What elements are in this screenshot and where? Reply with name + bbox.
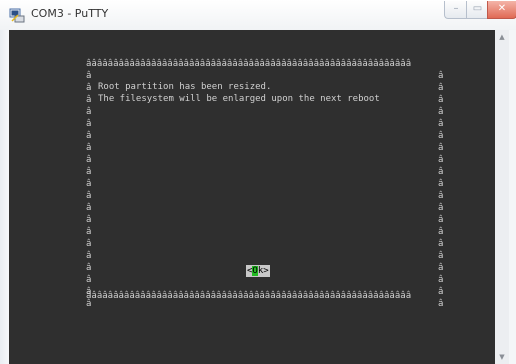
scrollbar[interactable]: ▲ ▼	[495, 30, 509, 364]
dialog-border-right: â â â â â â â â â â â â â â â â â â â â	[438, 71, 444, 309]
window-title: COM3 - PuTTY	[31, 7, 109, 20]
minimize-button[interactable]: –	[444, 1, 467, 19]
putty-window: COM3 - PuTTY – ▭ ✕ âââââââââââââââââââââ…	[0, 0, 516, 364]
dialog-border-left: â â â â â â â â â â â â â â â â â â â â	[86, 71, 92, 309]
maximize-button[interactable]: ▭	[466, 1, 488, 19]
close-button[interactable]: ✕	[487, 1, 516, 19]
scroll-up-icon[interactable]: ▲	[495, 30, 509, 44]
message-line-2: The filesystem will be enlarged upon the…	[98, 94, 380, 104]
window-frame-right	[509, 30, 516, 364]
terminal-area[interactable]: ââââââââââââââââââââââââââââââââââââââââ…	[9, 30, 495, 364]
ok-button-right: k>	[257, 266, 269, 276]
scroll-down-icon[interactable]: ▼	[495, 350, 509, 364]
title-bar[interactable]: COM3 - PuTTY – ▭ ✕	[0, 0, 516, 30]
dialog-border-top: ââââââââââââââââââââââââââââââââââââââââ…	[86, 59, 412, 69]
putty-icon	[9, 8, 25, 23]
ok-button[interactable]: <Ok>	[246, 265, 270, 277]
dialog-border-bottom: ââââââââââââââââââââââââââââââââââââââââ…	[86, 291, 412, 301]
message-line-1: Root partition has been resized.	[98, 82, 272, 92]
window-frame-left	[0, 30, 9, 364]
